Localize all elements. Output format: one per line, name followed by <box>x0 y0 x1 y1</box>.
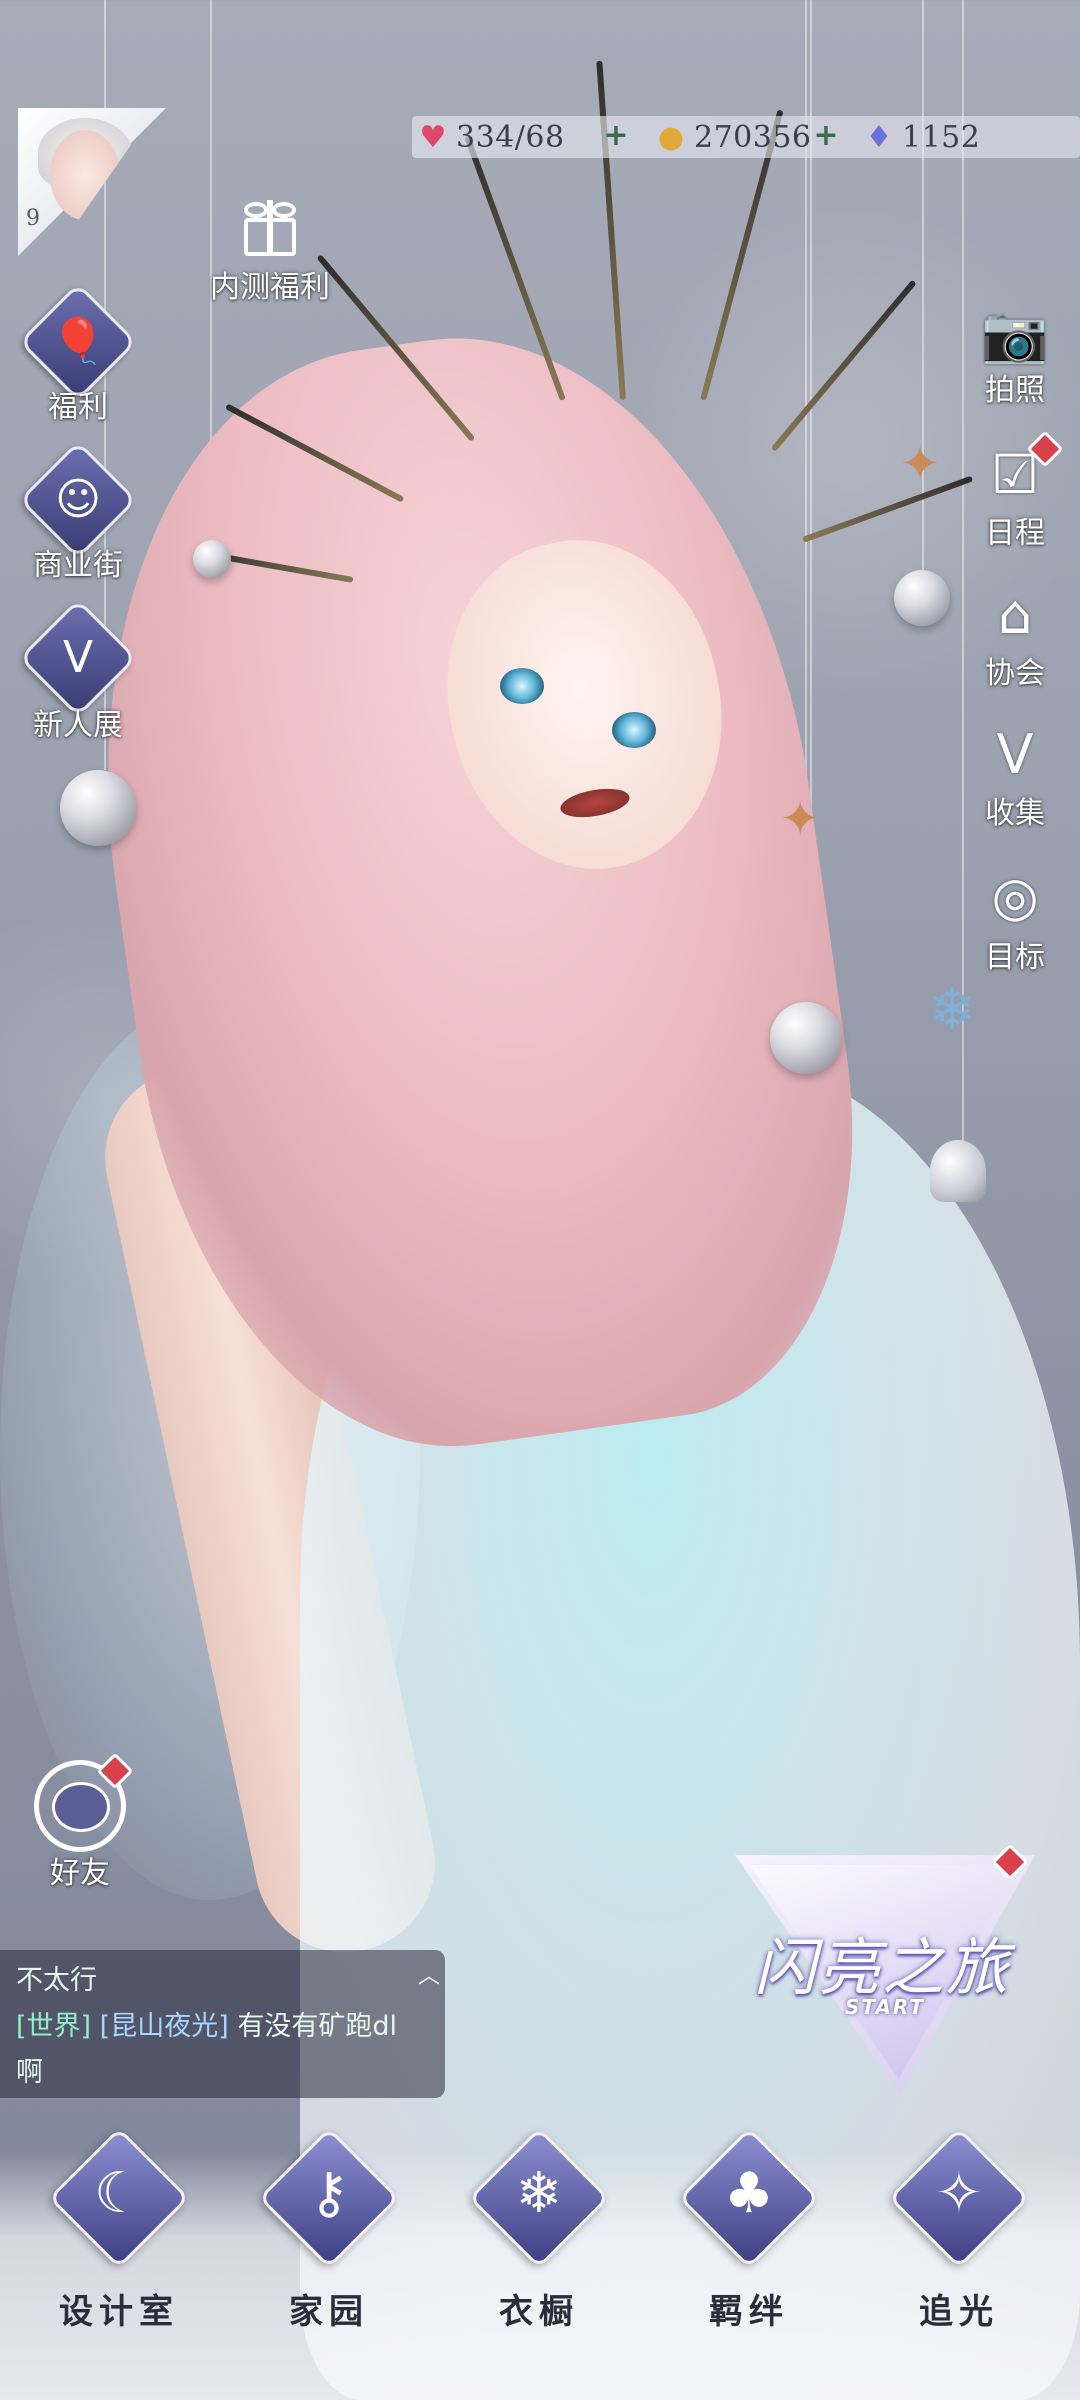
nav-wardrobe[interactable]: ❄ 衣橱 <box>464 2127 614 2338</box>
key-icon: ⚷ <box>308 2161 350 2226</box>
shopping-bag-icon: ☺ <box>55 474 101 525</box>
pearl-ornament <box>894 570 950 626</box>
chat-channel: [世界] <box>16 2011 92 2042</box>
clover-icon: ♣ <box>723 2161 775 2226</box>
welfare-button[interactable]: 🎈 <box>18 282 138 402</box>
collection-button[interactable]: V <box>980 720 1050 790</box>
stamina-value: 334/68 <box>456 119 565 155</box>
chat-message: 啊 <box>16 2057 43 2088</box>
chat-panel[interactable]: ︿ 不太行 [世界] [昆山夜光] 有没有矿跑dl 啊 <box>0 1950 445 2098</box>
welfare-label[interactable]: 福利 <box>8 382 148 426</box>
add-stamina-button[interactable]: + <box>600 120 632 152</box>
association-button[interactable]: ⌂ <box>980 580 1050 650</box>
start-journey-button[interactable]: 闪亮之旅 START <box>735 1843 1035 2095</box>
gift-bow <box>272 202 296 218</box>
schedule-label[interactable]: 日程 <box>945 508 1080 552</box>
heart-icon: ♥ <box>419 119 447 155</box>
chat-message: 有没有矿跑dl <box>237 2011 397 2042</box>
nav-bond[interactable]: ♣ 羁绊 <box>674 2127 824 2338</box>
photo-label[interactable]: 拍照 <box>945 365 1080 409</box>
balloon-icon: 🎈 <box>50 316 106 367</box>
moon-icon: ☾ <box>93 2161 145 2226</box>
shopping-street-label[interactable]: 商业街 <box>8 540 148 584</box>
coin-counter: ● 270356 <box>652 116 812 158</box>
snowflake-ornament: ❄ <box>928 975 977 1043</box>
goals-button[interactable]: ◎ <box>980 862 1050 932</box>
pearl-ornament <box>770 1002 842 1074</box>
chat-line: [世界] [昆山夜光] 有没有矿跑dl <box>16 2004 397 2043</box>
character-eye <box>612 712 656 748</box>
collection-label[interactable]: 收集 <box>945 788 1080 832</box>
start-subtitle: START <box>844 1995 926 2019</box>
newcomer-exhibit-button[interactable]: V <box>18 598 138 718</box>
chat-sender[interactable]: [昆山夜光] <box>100 2011 229 2042</box>
chevron-up-icon[interactable]: ︿ <box>418 1958 440 1990</box>
diamond-counter: ♦ 1152 <box>860 116 980 158</box>
association-label[interactable]: 协会 <box>945 648 1080 692</box>
chat-line: 啊 <box>16 2050 43 2089</box>
nav-label: 衣橱 <box>499 2292 579 2332</box>
goals-label[interactable]: 目标 <box>945 932 1080 976</box>
v-trophy-icon: V <box>62 632 94 683</box>
beta-reward-label[interactable]: 内测福利 <box>200 262 340 306</box>
nav-label: 家园 <box>289 2292 369 2332</box>
coin-value: 270356 <box>694 119 812 155</box>
crown-spike <box>596 60 626 401</box>
friends-label[interactable]: 好友 <box>10 1848 150 1892</box>
nav-home[interactable]: ⚷ 家园 <box>254 2127 404 2338</box>
pearl-ornament <box>60 770 136 846</box>
calendar-check-icon: ☑ <box>990 443 1040 506</box>
star-ornament: ✦ <box>900 436 941 492</box>
nav-design-studio[interactable]: ☾ 设计室 <box>44 2127 194 2338</box>
stamina-counter: ♥ 334/68 <box>414 116 565 158</box>
diamond-value: 1152 <box>902 119 981 155</box>
friends-button[interactable] <box>34 1752 134 1852</box>
coin-icon: ● <box>657 119 685 155</box>
chat-message: 不太行 <box>16 1965 97 1996</box>
gift-bow <box>244 202 268 218</box>
snowflake-icon: ❄ <box>515 2161 563 2226</box>
target-medal-icon: ◎ <box>991 865 1039 928</box>
camera-icon: 📷 <box>981 303 1049 366</box>
bell-ornament <box>930 1140 986 1202</box>
start-title: 闪亮之旅 <box>753 1931 1010 2004</box>
character-eye <box>500 668 544 704</box>
diamond-icon: ♦ <box>865 119 893 155</box>
nav-label: 追光 <box>919 2292 999 2332</box>
photo-button[interactable]: 📷 <box>980 300 1050 370</box>
newcomer-exhibit-label[interactable]: 新人展 <box>8 700 148 744</box>
gift-icon[interactable] <box>240 200 300 256</box>
building-icon: ⌂ <box>997 583 1033 646</box>
pearl-ornament <box>193 540 231 578</box>
butterfly-icon: ✧ <box>935 2161 983 2226</box>
star-ornament: ✦ <box>780 791 821 847</box>
gift-ribbon <box>267 200 273 256</box>
friend-face-icon <box>52 1782 110 1832</box>
schedule-button[interactable]: ☑ <box>980 430 1064 510</box>
nav-chase-light[interactable]: ✧ 追光 <box>884 2127 1034 2338</box>
chat-line: 不太行 <box>16 1958 97 1997</box>
shopping-street-button[interactable]: ☺ <box>18 440 138 560</box>
nav-label: 羁绊 <box>709 2292 789 2332</box>
v-book-icon: V <box>996 723 1034 786</box>
add-coin-button[interactable]: + <box>810 120 842 152</box>
player-level: 9 <box>26 206 40 231</box>
nav-label: 设计室 <box>59 2292 179 2332</box>
